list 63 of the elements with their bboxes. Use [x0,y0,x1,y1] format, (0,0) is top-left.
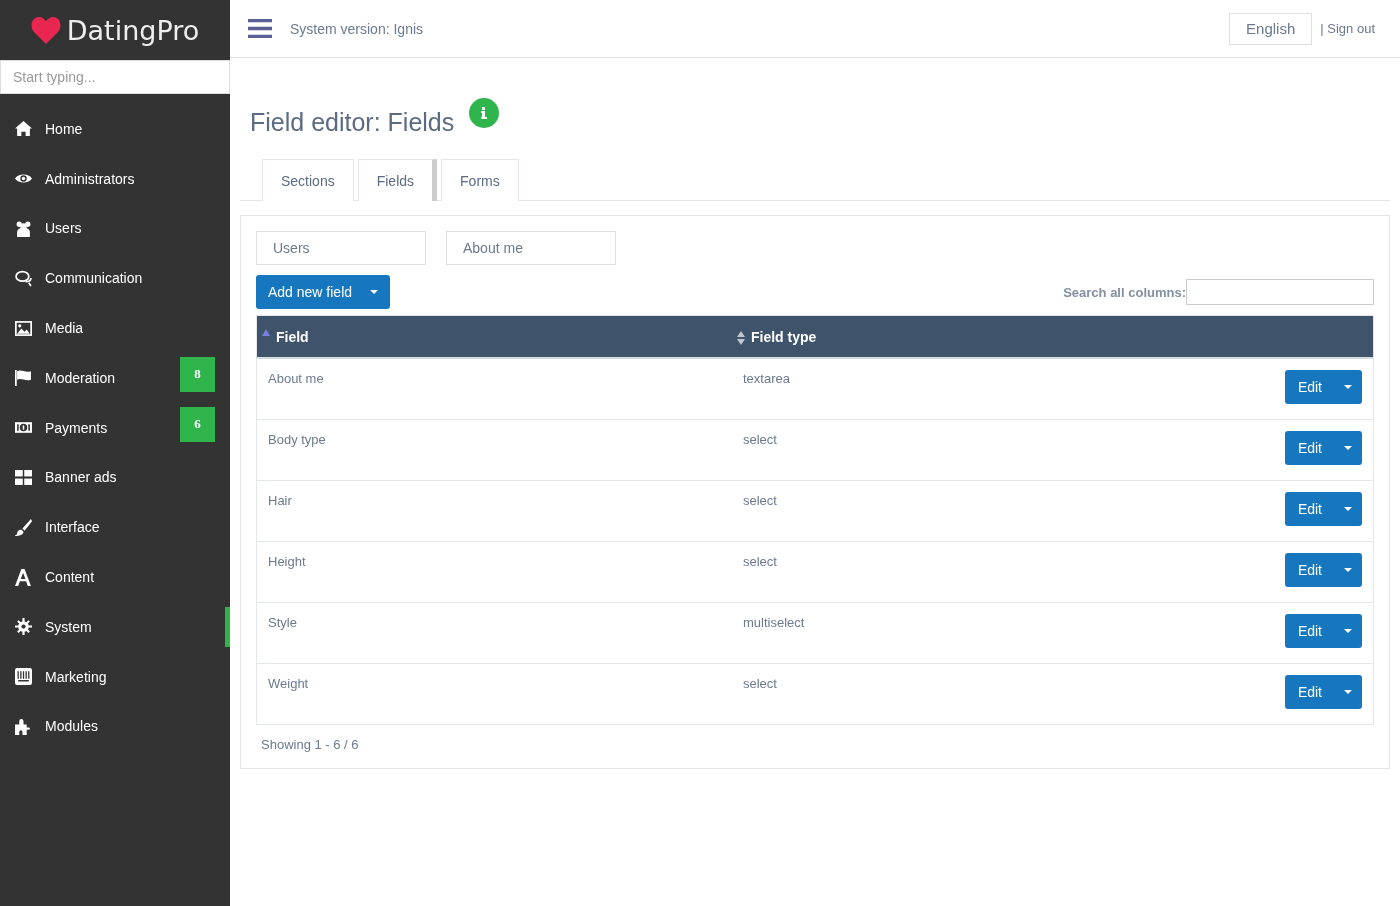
menu-icon[interactable] [248,19,272,38]
home-icon [15,120,32,138]
flag-icon [15,369,32,387]
edit-button[interactable]: Edit [1284,491,1362,526]
page-title: Field editor: Fields [250,108,455,137]
table-cell: Style [268,614,297,630]
column-header[interactable]: Field [276,328,309,345]
image-icon [15,319,32,337]
tab[interactable]: Sections [262,159,354,201]
sidebar-item[interactable]: Administrators [0,153,230,204]
tab[interactable]: Fields [357,159,438,201]
table-cell: multiselect [743,614,805,630]
puzzle-icon [15,717,32,735]
filter-field[interactable]: About me [446,231,616,265]
pagination-info: Showing 1 - 6 / 6 [260,736,360,752]
sidebar-item[interactable]: Communication [0,253,230,304]
count-badge: 8 [180,357,215,392]
info-icon[interactable] [469,98,500,128]
heart-logo-icon [30,16,61,44]
sidebar-item[interactable]: Moderation 8 [0,353,230,403]
sidebar-item[interactable]: Users [0,203,230,254]
sidebar-item[interactable]: System [0,601,230,652]
count-badge: 6 [180,406,215,442]
edit-button[interactable]: Edit [1284,370,1362,404]
table-cell: Height [268,553,306,569]
grid-icon [15,468,32,486]
system-version: System version: Ignis [290,20,425,37]
edit-button[interactable]: Edit [1284,674,1362,709]
logo-text: DatingPro [66,14,200,46]
table-cell: About me [268,371,324,386]
table-cell: Weight [268,675,309,691]
add-new-field-button[interactable]: Add new field [256,275,391,309]
gear-icon [15,618,32,636]
search-field[interactable]: Start typing... [0,60,230,94]
sidebar-item[interactable]: Content [0,552,230,602]
sidebar-item[interactable]: Banner ads [0,452,230,503]
column-header[interactable]: Field type [751,328,817,345]
language-button[interactable]: English [1229,12,1313,45]
sidebar-item[interactable]: Interface [0,502,230,553]
edit-button[interactable]: Edit [1284,552,1362,587]
sidebar-item[interactable]: Modules [0,701,230,752]
sign-out-link[interactable]: | Sign out [1320,21,1375,36]
users-icon [15,220,32,237]
search-label: Search all columns: [1063,284,1186,300]
sidebar-item[interactable]: Marketing [0,651,230,702]
tab[interactable]: Forms [441,159,519,201]
table-cell: Body type [268,431,326,447]
sidebar-item[interactable]: Payments 6 [0,402,230,453]
table-cell: select [743,553,777,569]
edit-button[interactable]: Edit [1284,613,1362,648]
table-cell: select [743,431,777,447]
table-cell: select [743,492,777,508]
sidebar-item[interactable]: Media [0,303,230,353]
brush-icon [15,518,32,536]
sidebar-item[interactable]: Home [0,104,230,154]
letter-a-icon [15,568,32,586]
filter-field[interactable]: Users [256,231,426,265]
table-cell: select [743,675,777,691]
search-field[interactable] [1186,279,1374,305]
table-cell: textarea [743,371,790,386]
table-cell: Hair [268,492,292,508]
edit-button[interactable]: Edit [1284,430,1362,465]
keyboard-icon [15,668,32,686]
